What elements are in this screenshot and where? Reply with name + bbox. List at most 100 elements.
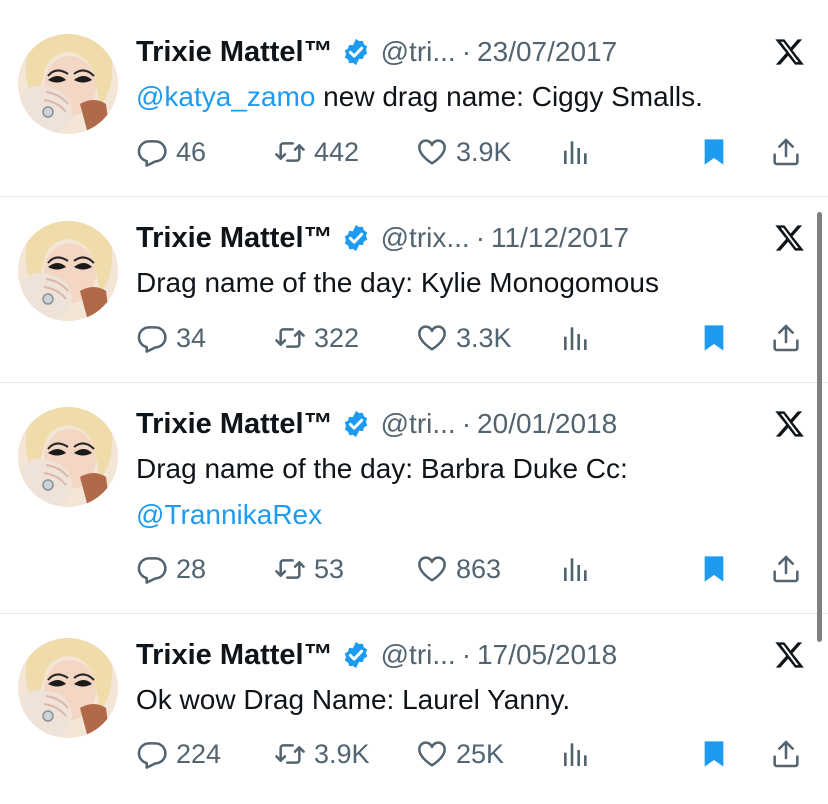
separator: · [461,36,472,67]
like-button[interactable]: 25K [416,734,504,774]
views-button[interactable] [560,132,592,172]
like-button[interactable]: 3.3K [416,318,512,358]
share-button[interactable] [770,734,802,774]
author-handle[interactable]: @tri... [381,408,456,440]
like-count: 863 [456,553,502,584]
repost-button[interactable]: 442 [274,132,359,172]
tweet-text: Drag name of the day: Barbra Duke Cc: @Tr… [136,446,816,538]
repost-count: 322 [314,322,360,353]
repost-count: 442 [314,136,360,167]
tweet-2[interactable]: Trixie Mattel™ @trix... · 11/12/2017 Dra… [0,197,828,382]
bookmark-icon [698,738,730,770]
tweet-text-body: new drag name: Ciggy Smalls. [315,81,703,112]
avatar[interactable] [18,221,118,321]
tweet-date[interactable]: 20/01/2018 [477,408,617,440]
views-icon [560,738,592,770]
tweet-header: Trixie Mattel™ @tri... · 23/07/2017 [136,32,617,72]
views-icon [560,136,592,168]
share-button[interactable] [770,318,802,358]
tweet-header: Trixie Mattel™ @tri... · 17/05/2018 [136,635,617,675]
repost-icon [274,738,306,770]
tweet-text-body: Drag name of the day: Kylie Monogomous [136,267,659,298]
separator: · [461,639,472,670]
tweet-header: Trixie Mattel™ @tri... · 20/01/2018 [136,404,617,444]
tweet-text-body: Drag name of the day: Barbra Duke Cc: [136,453,628,484]
tweet-3[interactable]: Trixie Mattel™ @tri... · 20/01/2018 Drag… [0,383,828,613]
tweet-date[interactable]: 23/07/2017 [477,36,617,68]
x-logo-icon [774,408,806,440]
author-handle[interactable]: @trix... [381,222,470,254]
separator: · [475,222,486,253]
author-handle[interactable]: @tri... [381,36,456,68]
views-button[interactable] [560,549,592,589]
share-button[interactable] [770,132,802,172]
scrollbar[interactable] [817,212,822,642]
action-bar: 224 3.9K 25K [136,734,806,774]
x-logo-icon [774,639,806,671]
like-icon [416,322,448,354]
tweet-date[interactable]: 17/05/2018 [477,639,617,671]
reply-button[interactable]: 34 [136,318,206,358]
like-icon [416,136,448,168]
like-button[interactable]: 863 [416,549,501,589]
reply-button[interactable]: 46 [136,132,206,172]
tweet-4[interactable]: Trixie Mattel™ @tri... · 17/05/2018 Ok w… [0,614,828,804]
views-button[interactable] [560,318,592,358]
author-name[interactable]: Trixie Mattel™ [136,36,333,69]
reply-icon [136,738,168,770]
verified-badge-icon [341,37,371,67]
like-icon [416,738,448,770]
reply-button[interactable]: 28 [136,549,206,589]
share-icon [770,738,802,770]
reply-button[interactable]: 224 [136,734,221,774]
author-name[interactable]: Trixie Mattel™ [136,639,333,672]
bookmark-icon [698,136,730,168]
x-logo-icon [774,222,806,254]
reply-icon [136,136,168,168]
tweet-text: @katya_zamo new drag name: Ciggy Smalls. [136,74,816,120]
repost-button[interactable]: 322 [274,318,359,358]
action-bar: 34 322 3.3K [136,318,806,358]
reply-icon [136,553,168,585]
bookmark-button[interactable] [698,549,730,589]
repost-icon [274,322,306,354]
bookmark-button[interactable] [698,318,730,358]
share-button[interactable] [770,549,802,589]
action-bar: 46 442 3.9K [136,132,806,172]
avatar[interactable] [18,34,118,134]
reply-count: 34 [176,322,207,353]
repost-count: 53 [314,553,345,584]
views-icon [560,553,592,585]
author-name[interactable]: Trixie Mattel™ [136,222,333,255]
x-logo-icon [774,36,806,68]
repost-icon [274,136,306,168]
author-handle[interactable]: @tri... [381,639,456,671]
reply-icon [136,322,168,354]
bookmark-button[interactable] [698,734,730,774]
tweet-1[interactable]: Trixie Mattel™ @tri... · 23/07/2017 @kat… [0,0,828,196]
tweet-text-body: Ok wow Drag Name: Laurel Yanny. [136,684,571,715]
mention-link[interactable]: @TrannikaRex [136,499,322,530]
tweet-text: Ok wow Drag Name: Laurel Yanny. [136,677,816,723]
verified-badge-icon [341,640,371,670]
mention-link[interactable]: @katya_zamo [136,81,315,112]
tweet-text: Drag name of the day: Kylie Monogomous [136,260,816,306]
like-count: 3.9K [456,136,512,167]
share-icon [770,553,802,585]
author-name[interactable]: Trixie Mattel™ [136,408,333,441]
repost-button[interactable]: 53 [274,549,344,589]
bookmark-icon [698,553,730,585]
reply-count: 224 [176,738,222,769]
tweet-date[interactable]: 11/12/2017 [491,222,629,254]
avatar[interactable] [18,407,118,507]
views-button[interactable] [560,734,592,774]
repost-icon [274,553,306,585]
views-icon [560,322,592,354]
avatar[interactable] [18,638,118,738]
reply-count: 46 [176,136,207,167]
bookmark-button[interactable] [698,132,730,172]
like-button[interactable]: 3.9K [416,132,512,172]
repost-button[interactable]: 3.9K [274,734,370,774]
verified-badge-icon [341,409,371,439]
reply-count: 28 [176,553,207,584]
